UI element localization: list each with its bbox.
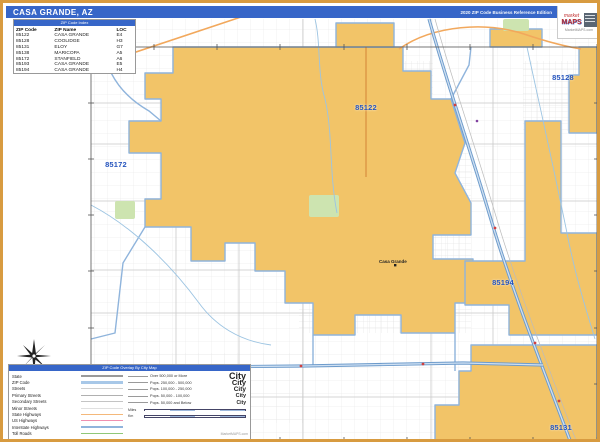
legend-city-classes: Over 500,000 or MoreCity Pops. 250,000 -…: [126, 371, 250, 437]
state-line-symbol: [81, 375, 123, 377]
zip-code-index-table: ZIP Code Index ZIP Code ZIP Name LOC 851…: [13, 19, 136, 74]
secondary-streets-symbol: [81, 401, 123, 402]
logo-script-text: market: [561, 14, 581, 19]
title-bar: CASA GRANDE, AZ 2020 ZIP Code Business R…: [6, 6, 557, 18]
primary-streets-symbol: [81, 395, 123, 396]
toll-roads-symbol: [81, 433, 123, 434]
city-point: [394, 264, 396, 266]
scale-bar-km: Km: [128, 414, 246, 418]
page-title: CASA GRANDE, AZ: [13, 8, 93, 17]
publisher-logo: market MAPS MarketMAPS.com: [557, 6, 600, 39]
streets-symbol: [81, 388, 123, 389]
map-label-85194: 85194: [480, 278, 526, 287]
map-label-85172: 85172: [93, 160, 139, 169]
scale-bar-miles: Miles: [128, 408, 246, 412]
logo-main-text: MAPS: [561, 19, 581, 26]
logo-emblem-icon: [584, 13, 597, 27]
state-highways-symbol: [81, 414, 123, 415]
legend-credit: MarketMAPS.com: [221, 432, 248, 436]
logo-url: MarketMAPS.com: [565, 28, 593, 32]
us-highways-symbol: [81, 420, 123, 421]
map-label-85131: 85131: [538, 423, 584, 432]
col-zip-name: ZIP Name: [52, 26, 114, 33]
zip-line-symbol: [81, 381, 123, 384]
table-row: 85194CASA GRANDEH4: [14, 68, 135, 74]
minor-streets-symbol: [81, 408, 123, 409]
legend-line-symbols: State ZIP Code Streets Primary Streets S…: [9, 371, 126, 437]
col-loc: LOC: [114, 26, 135, 33]
legend-panel: ZIP Code Overlay By City Map State ZIP C…: [8, 364, 251, 441]
map-page: CASA GRANDE, AZ 2020 ZIP Code Business R…: [0, 0, 600, 442]
edition-label: 2020 ZIP Code Business Reference Edition: [461, 10, 552, 15]
map-label-85128: 85128: [540, 73, 586, 82]
col-zip-code: ZIP Code: [14, 26, 52, 33]
map-label-85122: 85122: [343, 103, 389, 112]
interstate-highways-symbol: [81, 426, 123, 428]
city-name-label: Casa Grande: [379, 259, 407, 264]
